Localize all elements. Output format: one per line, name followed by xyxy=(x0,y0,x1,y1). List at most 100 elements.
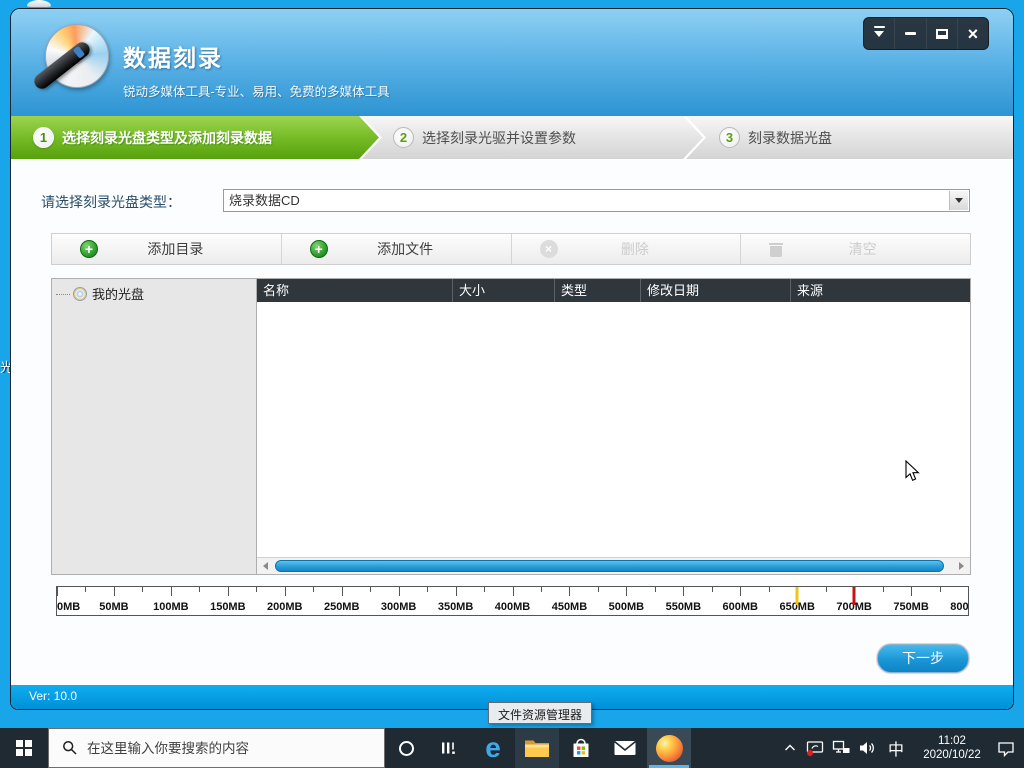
step-3-label: 刻录数据光盘 xyxy=(748,128,832,148)
tree-item-my-disc[interactable]: 我的光盘 xyxy=(52,279,256,303)
ruler-tick-label: 750MB xyxy=(893,601,928,613)
ruler-tick-label: 250MB xyxy=(324,601,359,613)
app-logo-disc-icon xyxy=(33,22,111,100)
minimize-button[interactable] xyxy=(895,18,926,49)
close-button[interactable]: × xyxy=(958,18,988,49)
ruler-tick xyxy=(911,587,912,596)
remove-circle-icon: × xyxy=(540,240,558,258)
clear-button[interactable]: 清空 xyxy=(741,234,970,264)
cd-700mb-limit-marker xyxy=(853,587,856,605)
disc-type-dropdown[interactable]: 烧录数据CD xyxy=(223,189,970,212)
ruler-tick-label: 600MB xyxy=(723,601,758,613)
network-tray-button[interactable] xyxy=(832,740,851,756)
edge-icon: e xyxy=(485,734,501,762)
screen-cast-tray-button[interactable] xyxy=(805,740,825,757)
speaker-icon xyxy=(858,740,877,756)
taskbar-search[interactable] xyxy=(48,728,385,768)
ruler-tick xyxy=(256,587,257,592)
step-1-tab[interactable]: 1 选择刻录光盘类型及添加刻录数据 xyxy=(11,116,379,159)
search-icon xyxy=(62,740,78,756)
dropdown-arrow-button[interactable] xyxy=(949,191,968,210)
file-list-panel: 名称 大小 类型 修改日期 来源 xyxy=(257,279,970,574)
ruler-tick xyxy=(228,587,229,596)
store-button[interactable] xyxy=(559,728,603,768)
windows-logo-icon xyxy=(16,740,32,756)
minimize-icon xyxy=(905,32,916,35)
scroll-right-button[interactable] xyxy=(954,558,970,574)
taskbar-clock[interactable]: 11:02 2020/10/22 xyxy=(915,734,989,762)
add-directory-button[interactable]: + 添加目录 xyxy=(52,234,282,264)
column-header-name[interactable]: 名称 xyxy=(257,279,453,302)
ruler-tick xyxy=(626,587,627,596)
add-file-button[interactable]: + 添加文件 xyxy=(282,234,512,264)
capacity-ruler: 0MB50MB100MB150MB200MB250MB300MB350MB400… xyxy=(56,586,969,616)
delete-button[interactable]: × 删除 xyxy=(512,234,742,264)
search-input[interactable] xyxy=(87,741,367,756)
disc-icon xyxy=(73,287,87,301)
ruler-tick xyxy=(940,587,941,592)
add-circle-icon: + xyxy=(80,240,98,258)
maximize-button[interactable] xyxy=(927,18,958,49)
edge-button[interactable]: e xyxy=(471,728,515,768)
triangle-left-icon xyxy=(259,562,268,570)
ime-indicator[interactable]: 中 xyxy=(884,736,908,760)
window-header: 数据刻录 锐动多媒体工具-专业、易用、免费的多媒体工具 × xyxy=(11,9,1013,116)
ruler-tick-label: 500MB xyxy=(609,601,644,613)
action-center-button[interactable] xyxy=(996,740,1016,757)
firefox-icon xyxy=(656,735,683,762)
ruler-tick xyxy=(342,587,343,596)
ruler-tick-label: 450MB xyxy=(552,601,587,613)
next-step-button[interactable]: 下一步 xyxy=(877,644,969,673)
file-list-body[interactable] xyxy=(257,302,970,557)
chevron-down-icon xyxy=(955,198,963,207)
action-center-icon xyxy=(996,740,1016,757)
window-menu-button[interactable] xyxy=(864,18,895,49)
column-header-modified[interactable]: 修改日期 xyxy=(641,279,791,302)
horizontal-scrollbar[interactable] xyxy=(257,557,970,574)
start-button[interactable] xyxy=(0,728,48,768)
show-hidden-icons-button[interactable] xyxy=(782,740,798,756)
scroll-left-button[interactable] xyxy=(257,558,273,574)
window-controls: × xyxy=(863,17,989,50)
chevron-up-icon xyxy=(782,740,798,756)
ruler-tick-label: 200MB xyxy=(267,601,302,613)
disc-type-value: 烧录数据CD xyxy=(229,190,300,211)
ruler-tick xyxy=(456,587,457,596)
volume-tray-button[interactable] xyxy=(858,740,877,756)
ruler-tick xyxy=(57,587,58,596)
cortana-circle-icon xyxy=(399,741,414,756)
file-explorer-icon xyxy=(524,738,550,759)
app-title: 数据刻录 xyxy=(123,39,223,73)
disc-type-label: 请选择刻录光盘类型： xyxy=(41,192,181,212)
step-1-label: 选择刻录光盘类型及添加刻录数据 xyxy=(62,128,272,148)
ruler-tick-label: 0MB xyxy=(57,601,80,613)
firefox-button[interactable] xyxy=(647,728,691,768)
file-explorer-button[interactable] xyxy=(515,728,559,768)
ruler-tick-label: 350MB xyxy=(438,601,473,613)
ruler-tick xyxy=(826,587,827,592)
cd-650mb-limit-marker xyxy=(796,587,799,605)
file-list-header: 名称 大小 类型 修改日期 来源 xyxy=(257,279,970,302)
ruler-tick xyxy=(569,587,570,596)
ruler-tick xyxy=(85,587,86,592)
menu-line-icon xyxy=(874,26,885,28)
column-header-size[interactable]: 大小 xyxy=(453,279,555,302)
ruler-tick xyxy=(484,587,485,592)
ruler-tick xyxy=(683,587,684,596)
disc-tree-panel: 我的光盘 xyxy=(52,279,257,574)
clock-date: 2020/10/22 xyxy=(915,748,989,762)
ruler-tick xyxy=(199,587,200,592)
ruler-tick xyxy=(740,587,741,596)
ruler-tick-label: 50MB xyxy=(99,601,128,613)
cortana-button[interactable] xyxy=(385,728,427,768)
task-view-button[interactable] xyxy=(427,728,471,768)
trash-icon xyxy=(769,241,783,257)
ruler-tick-label: 100MB xyxy=(153,601,188,613)
scrollbar-thumb[interactable] xyxy=(275,560,944,572)
add-circle-icon: + xyxy=(310,240,328,258)
clock-time: 11:02 xyxy=(915,734,989,748)
system-tray: 中 11:02 2020/10/22 xyxy=(782,728,1024,768)
column-header-type[interactable]: 类型 xyxy=(555,279,641,302)
mail-button[interactable] xyxy=(603,728,647,768)
column-header-source[interactable]: 来源 xyxy=(791,279,970,302)
